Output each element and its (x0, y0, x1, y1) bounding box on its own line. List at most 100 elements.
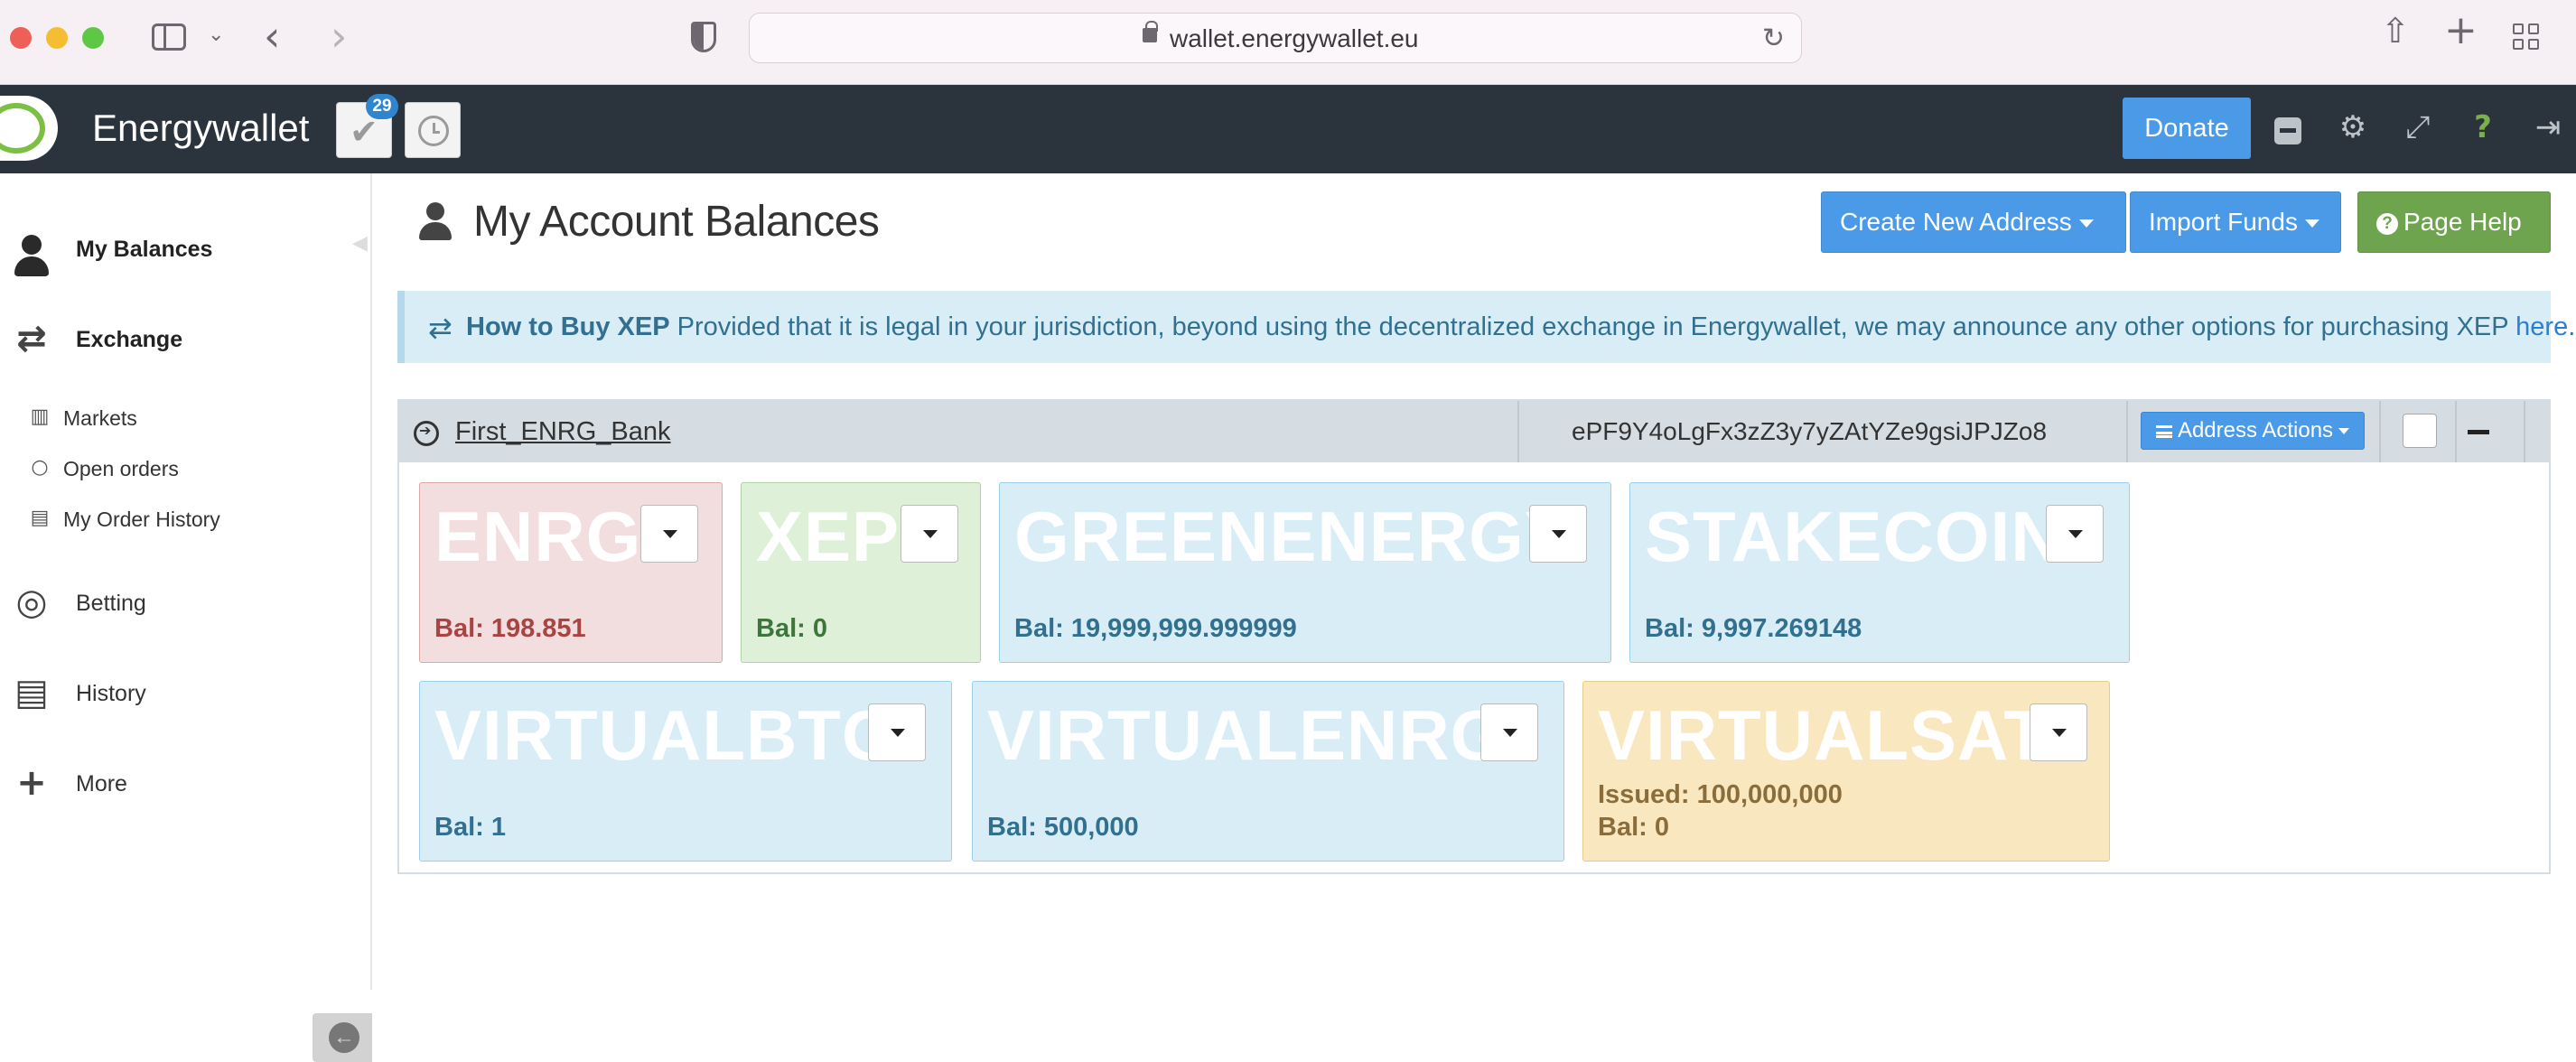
help-icon[interactable]: ? (2462, 107, 2504, 148)
forward-arrow-icon[interactable]: › (331, 13, 347, 60)
asset-balance: Bal: 0 (1598, 813, 1669, 842)
sidebar-subitem-label: Open orders (63, 457, 179, 480)
zoom-window-button[interactable] (82, 27, 104, 49)
new-tab-icon[interactable]: + (2444, 7, 2478, 53)
how-to-buy-alert: ⇄ How to Buy XEP Provided that it is leg… (397, 291, 2575, 363)
asset-balance: Bal: 0 (756, 614, 827, 643)
close-window-button[interactable] (10, 27, 32, 49)
sidebar-item-exchange[interactable]: ⇄ Exchange (0, 307, 372, 370)
asset-balance: Bal: 19,999,999.999999 (1014, 614, 1297, 643)
alert-here-link[interactable]: here (2515, 312, 2568, 341)
tab-overview-icon[interactable] (2513, 23, 2540, 51)
minimize-box-icon[interactable] (2267, 107, 2309, 148)
asset-card-greenenergy[interactable]: GREENENERGY Bal: 19,999,999.999999 (999, 482, 1611, 663)
user-icon (11, 229, 52, 276)
asset-menu-button[interactable] (640, 505, 698, 563)
bar-chart-icon: ▥ (30, 405, 50, 428)
asset-card-virtualsat[interactable]: VIRTUALSAT Issued: 100,000,000 Bal: 0 (1582, 681, 2110, 862)
page-title-text: My Account Balances (473, 198, 880, 246)
asset-issued: Issued: 100,000,000 (1598, 780, 1843, 809)
sidebar-item-label: Exchange (76, 327, 183, 352)
sidebar-item-betting[interactable]: ◎ Betting (0, 571, 372, 634)
donate-button[interactable]: Donate (2123, 98, 2251, 159)
question-circle-icon: ? (2376, 213, 2398, 235)
asset-menu-button[interactable] (901, 505, 958, 563)
user-icon (417, 202, 453, 242)
alert-body: Provided that it is legal in your jurisd… (669, 312, 2516, 341)
asset-balance: Bal: 9,997.269148 (1645, 614, 1862, 643)
create-new-address-button[interactable]: Create New Address (1821, 191, 2126, 253)
sidebar-item-label: My Balances (76, 237, 213, 262)
asset-ticker: VIRTUALSAT (1598, 695, 2049, 775)
address-name-link[interactable]: First_ENRG_Bank (455, 417, 671, 447)
asset-balance: Bal: 1 (434, 813, 506, 842)
sidebar-subitem-label: Markets (63, 406, 137, 430)
asset-ticker: ENRG (434, 497, 642, 576)
circle-icon: ○ (31, 456, 49, 479)
asset-ticker: XEP (756, 497, 901, 576)
asset-balance: Bal: 198.851 (434, 614, 586, 643)
browser-toolbar: ⌄ ‹ › wallet.energywallet.eu ↻ ⇧ + (0, 0, 2576, 85)
address-bar[interactable]: wallet.energywallet.eu ↻ (749, 13, 1802, 63)
asset-ticker: VIRTUALENRG (987, 695, 1507, 775)
asset-menu-button[interactable] (2030, 703, 2087, 761)
url-text: wallet.energywallet.eu (1170, 24, 1419, 52)
share-icon[interactable]: ⇧ (2381, 11, 2410, 51)
bullseye-icon: ◎ (15, 582, 48, 623)
asset-ticker: VIRTUALBTC (434, 695, 894, 775)
page-help-button[interactable]: ? Page Help (2357, 191, 2551, 253)
clock-icon (418, 116, 449, 146)
sidebar-item-more[interactable]: + More (0, 751, 372, 815)
notification-badge: 29 (366, 94, 398, 119)
notifications-button[interactable]: ✔ 29 (336, 94, 398, 158)
address-actions-button[interactable]: Address Actions (2141, 412, 2365, 450)
arrow-left-circle-icon: ← (329, 1022, 359, 1053)
collapse-sidebar-button[interactable]: ← (313, 1013, 372, 1062)
gear-icon[interactable]: ⚙ (2332, 107, 2374, 148)
sidebar-item-history[interactable]: ▤ History (0, 661, 372, 724)
alert-text: How to Buy XEP Provided that it is legal… (466, 312, 2575, 342)
arrow-circle-right-icon (414, 421, 439, 446)
import-funds-button[interactable]: Import Funds (2130, 191, 2341, 253)
asset-card-virtualenrg[interactable]: VIRTUALENRG Bal: 500,000 (972, 681, 1564, 862)
app-header: Energywallet ✔ 29 Donate ⚙ ⤢ ? ⇥ (0, 85, 2576, 173)
lock-icon (1143, 21, 1158, 42)
sign-out-icon[interactable]: ⇥ (2527, 107, 2569, 148)
sidebar-item-label: More (76, 771, 127, 796)
sidebar: ◀ My Balances ⇄ Exchange ▥ Markets ○ Ope… (0, 173, 372, 1062)
back-arrow-icon[interactable]: ‹ (264, 13, 280, 60)
create-new-address-label: Create New Address (1840, 208, 2072, 236)
asset-menu-button[interactable] (1529, 505, 1587, 563)
select-address-checkbox[interactable] (2403, 414, 2437, 448)
collapse-panel-icon[interactable] (2468, 430, 2489, 434)
asset-balance: Bal: 500,000 (987, 813, 1139, 842)
main-content: My Account Balances Create New Address I… (372, 173, 2576, 990)
minimize-window-button[interactable] (46, 27, 68, 49)
asset-card-enrg[interactable]: ENRG Bal: 198.851 (419, 482, 723, 663)
page-help-label: Page Help (2403, 208, 2522, 236)
asset-card-xep[interactable]: XEP Bal: 0 (741, 482, 981, 663)
asset-menu-button[interactable] (2046, 505, 2104, 563)
energywallet-logo[interactable] (0, 96, 58, 161)
pending-actions-button[interactable] (405, 102, 461, 158)
asset-card-stakecoin[interactable]: STAKECOIN Bal: 9,997.269148 (1629, 482, 2130, 663)
privacy-shield-icon[interactable] (691, 22, 716, 52)
address-actions-label: Address Actions (2177, 418, 2334, 442)
sidebar-item-my-balances[interactable]: My Balances (0, 217, 372, 280)
caret-down-icon (2338, 428, 2350, 435)
asset-card-virtualbtc[interactable]: VIRTUALBTC Bal: 1 (419, 681, 952, 862)
asset-menu-button[interactable] (868, 703, 926, 761)
book-icon: ▤ (14, 672, 49, 713)
menu-bars-icon (2155, 425, 2172, 438)
asset-menu-button[interactable] (1480, 703, 1538, 761)
caret-down-icon (2078, 219, 2094, 228)
sidebar-toggle-icon[interactable] (152, 23, 186, 51)
address-hash: ePF9Y4oLgFx3zZ3y7yZAtYZe9gsiJPJZo8 (1572, 417, 2048, 445)
fullscreen-icon[interactable]: ⤢ (2397, 107, 2439, 148)
reload-icon[interactable]: ↻ (1762, 23, 1785, 54)
exchange-icon: ⇄ (16, 318, 47, 359)
address-panel-header: First_ENRG_Bank ePF9Y4oLgFx3zZ3y7yZAtYZe… (399, 401, 2549, 462)
chevron-down-icon[interactable]: ⌄ (208, 23, 224, 46)
sidebar-subitem-label: My Order History (63, 508, 220, 531)
sidebar-item-label: History (76, 681, 146, 706)
